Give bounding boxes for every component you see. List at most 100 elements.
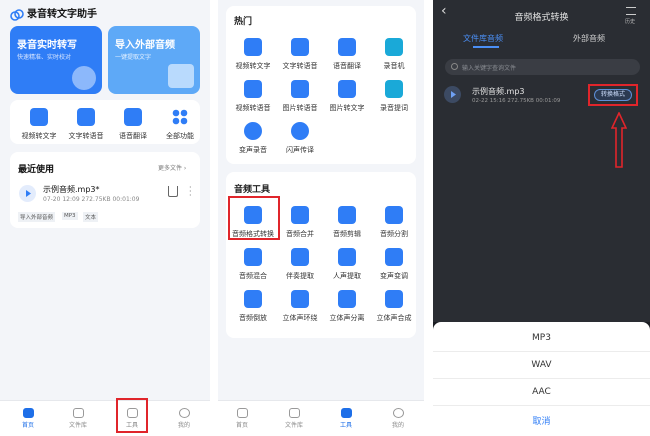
tool-label: 伴奏提取 [286, 272, 314, 280]
search-icon [451, 63, 458, 70]
banner-subtitle: 快速精准、实时校对 [17, 54, 72, 61]
tool-label: 视频转文字 [235, 62, 271, 70]
tool-label: 音频剪辑 [333, 230, 361, 238]
tool-label: 全部功能 [166, 132, 194, 140]
tool-label: 音频分割 [380, 230, 408, 238]
home-screen: 录音转文字助手 录音实时转写 快速精准、实时校对 导入外部音频 一键提取文字 视… [0, 0, 210, 436]
tab-external-audio[interactable]: 外部音频 [573, 33, 605, 44]
video-to-text-icon [30, 108, 48, 126]
nav-label: 我的 [391, 422, 404, 429]
red-arrow-annotation [610, 111, 628, 168]
quick-tools-card: 视频转文字 文字转语音 语音翻译 全部功能 [10, 100, 200, 144]
toolbox-icon [340, 408, 352, 418]
banner-subtitle: 一键提取文字 [115, 54, 152, 61]
video-to-audio-icon[interactable] [244, 80, 262, 98]
tool-label: 视频转文字 [21, 132, 57, 140]
play-icon[interactable] [444, 86, 461, 103]
video-to-text-icon[interactable] [244, 38, 262, 56]
tag: 导入外部音频 [18, 212, 56, 222]
recent-card: 最近使用 更多文件 › 示例音频.mp3* 07-20 12:09 272.75… [10, 152, 200, 228]
folder-icon [288, 408, 300, 418]
format-sheet: MP3 WAV AAC 取消 [433, 322, 650, 436]
more-options-icon[interactable]: · · · [189, 184, 192, 200]
tool-label: 音频混合 [239, 272, 267, 280]
voice-translate-icon [124, 108, 142, 126]
nav-label: 首页 [21, 422, 34, 429]
search-placeholder: 输入关键字查询文件 [462, 65, 517, 72]
simultaneous-interpret-icon[interactable] [291, 122, 309, 140]
file-name[interactable]: 示例音频.mp3* [43, 184, 100, 195]
nav-home[interactable]: 首页 [14, 408, 42, 429]
text-to-speech-icon[interactable] [291, 38, 309, 56]
banner-realtime-transcribe[interactable]: 录音实时转写 快速精准、实时校对 [10, 26, 102, 94]
tool-label: 录音机 [383, 62, 405, 70]
tool-label: 立体声合成 [376, 314, 412, 322]
highlight-audio-convert [228, 196, 280, 240]
import-file-icon [168, 64, 194, 88]
audio-cut-icon[interactable] [338, 206, 356, 224]
more-files-link[interactable]: 更多文件 › [158, 163, 186, 172]
nav-label: 我的 [177, 422, 190, 429]
stereo-synthesis-icon[interactable] [385, 290, 403, 308]
voice-changer-icon[interactable] [244, 122, 262, 140]
tool-label: 录音提词 [380, 104, 408, 112]
play-icon[interactable] [19, 185, 36, 202]
tool-label: 图片转语音 [282, 104, 318, 112]
recorder-icon[interactable] [385, 38, 403, 56]
audio-split-icon[interactable] [385, 206, 403, 224]
stereo-surround-icon[interactable] [291, 290, 309, 308]
divider [433, 351, 650, 352]
voice-translate-icon[interactable] [338, 38, 356, 56]
nav-home[interactable]: 首页 [228, 408, 256, 429]
share-icon[interactable] [168, 186, 178, 197]
highlight-convert-button [588, 84, 638, 106]
teleprompter-icon[interactable] [385, 80, 403, 98]
all-functions-icon[interactable] [171, 108, 189, 126]
hot-title: 热门 [234, 17, 253, 27]
audio-merge-icon[interactable] [291, 206, 309, 224]
nav-label: 文件库 [68, 422, 87, 429]
profile-icon [392, 408, 404, 418]
file-name[interactable]: 示例音频.mp3 [472, 86, 525, 97]
tool-label: 语音翻译 [119, 132, 147, 140]
home-icon [22, 408, 34, 418]
banner-title: 录音实时转写 [17, 40, 77, 51]
tool-label: 立体声分离 [329, 314, 365, 322]
accompaniment-extract-icon[interactable] [291, 248, 309, 266]
image-to-speech-icon[interactable] [291, 80, 309, 98]
audio-mix-icon[interactable] [244, 248, 262, 266]
vocal-extract-icon[interactable] [338, 248, 356, 266]
nav-profile[interactable]: 我的 [384, 408, 412, 429]
format-option-aac[interactable]: AAC [433, 387, 650, 397]
pitch-change-icon[interactable] [385, 248, 403, 266]
app-logo-icon [10, 6, 24, 21]
nav-files[interactable]: 文件库 [64, 408, 92, 429]
nav-label: 首页 [235, 422, 248, 429]
format-option-wav[interactable]: WAV [433, 360, 650, 370]
tab-library-audio[interactable]: 文件库音频 [463, 33, 503, 44]
profile-icon [178, 408, 190, 418]
image-to-text-icon[interactable] [338, 80, 356, 98]
bottom-nav: 首页 文件库 工具 我的 [218, 400, 424, 436]
tool-label: 文字转语音 [68, 132, 104, 140]
banner-title: 导入外部音频 [115, 40, 175, 51]
app-title: 录音转文字助手 [27, 9, 97, 20]
audio-reverse-icon[interactable] [244, 290, 262, 308]
nav-tools[interactable]: 工具 [332, 408, 360, 429]
banner-import-audio[interactable]: 导入外部音频 一键提取文字 [108, 26, 200, 94]
tool-label: 视频转语音 [235, 104, 271, 112]
tools-screen: 热门 视频转文字 文字转语音 语音翻译 录音机 视频转语音 图片转语音 图片转文… [218, 0, 424, 436]
tag: 文本 [83, 212, 99, 222]
history-label[interactable]: 历史 [625, 18, 635, 25]
tool-label: 图片转文字 [329, 104, 365, 112]
search-bar[interactable]: 输入关键字查询文件 [445, 59, 640, 75]
history-icon[interactable] [626, 7, 636, 15]
nav-profile[interactable]: 我的 [170, 408, 198, 429]
format-option-mp3[interactable]: MP3 [433, 333, 650, 343]
bottom-nav: 首页 文件库 工具 我的 [0, 400, 210, 436]
nav-files[interactable]: 文件库 [280, 408, 308, 429]
cancel-button[interactable]: 取消 [433, 414, 650, 427]
file-meta: 07-20 12:09 272.75KB 00:01:09 [43, 196, 140, 203]
stereo-separate-icon[interactable] [338, 290, 356, 308]
hot-tools-card: 热门 视频转文字 文字转语音 语音翻译 录音机 视频转语音 图片转语音 图片转文… [226, 6, 416, 164]
